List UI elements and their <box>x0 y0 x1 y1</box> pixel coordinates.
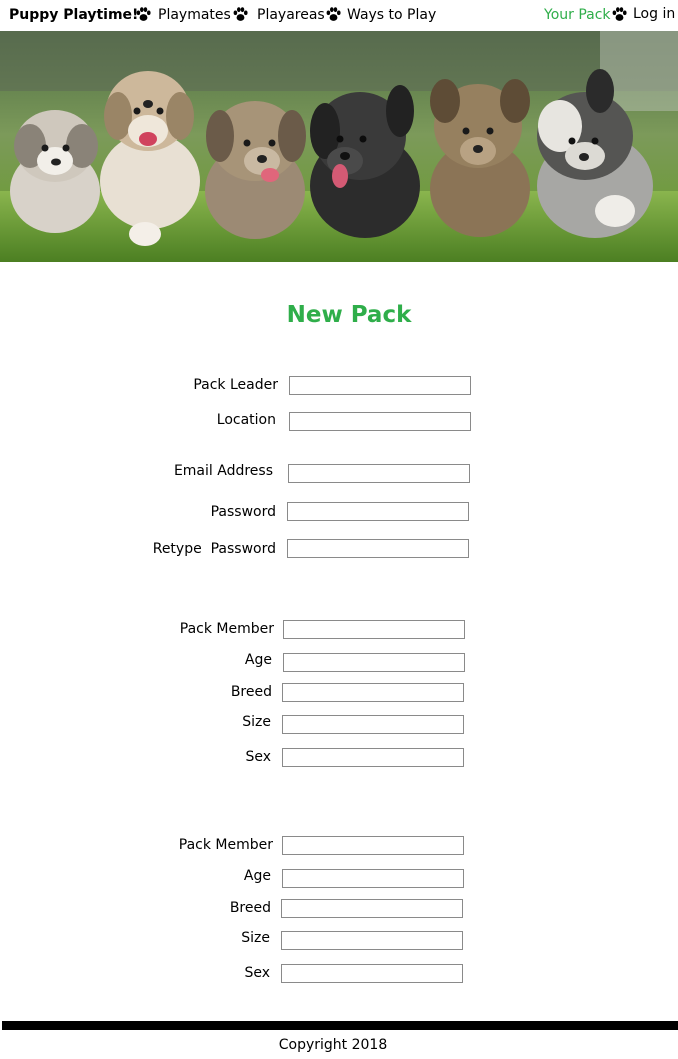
password-label: Password <box>210 504 276 520</box>
pack-leader-label: Pack Leader <box>193 377 278 393</box>
age-input[interactable] <box>283 653 465 672</box>
nav-ways-to-play[interactable]: Ways to Play <box>347 7 436 23</box>
size-label: Size <box>241 930 270 946</box>
paw-icon <box>136 7 151 21</box>
paw-icon <box>612 7 627 21</box>
sex-label: Sex <box>245 749 271 765</box>
page-title: New Pack <box>286 302 412 328</box>
sex-label: Sex <box>244 965 270 981</box>
email-address-label: Email Address <box>173 463 273 479</box>
retype-password-label: Retype Password <box>152 541 276 557</box>
email-address-input[interactable] <box>288 464 470 483</box>
size-label: Size <box>242 714 271 730</box>
brand-link[interactable]: Puppy Playtime! <box>9 7 138 23</box>
nav-playmates[interactable]: Playmates <box>158 7 231 23</box>
copyright-text: Copyright 2018 <box>278 1037 388 1053</box>
age-label: Age <box>244 652 272 668</box>
sex-input[interactable] <box>282 748 464 767</box>
breed-label: Breed <box>229 900 271 916</box>
age-label: Age <box>243 868 271 884</box>
nav-playareas[interactable]: Playareas <box>257 7 325 23</box>
paw-icon <box>326 7 341 21</box>
footer-bar <box>2 1021 678 1030</box>
pack-member-input[interactable] <box>282 836 464 855</box>
age-input[interactable] <box>282 869 464 888</box>
pack-member-label: Pack Member <box>178 837 273 853</box>
hero-image <box>0 31 678 262</box>
top-nav: Puppy Playtime! Playmates Playareas Ways… <box>0 0 678 31</box>
location-input[interactable] <box>289 412 471 431</box>
paw-icon <box>233 7 248 21</box>
puppies-photo-icon <box>0 31 678 262</box>
size-input[interactable] <box>282 715 464 734</box>
pack-member-label: Pack Member <box>179 621 274 637</box>
nav-login[interactable]: Log in <box>633 6 675 22</box>
sex-input[interactable] <box>281 964 463 983</box>
location-label: Location <box>216 412 276 428</box>
pack-leader-input[interactable] <box>289 376 471 395</box>
password-input[interactable] <box>287 502 469 521</box>
breed-input[interactable] <box>282 683 464 702</box>
breed-input[interactable] <box>281 899 463 918</box>
pack-member-input[interactable] <box>283 620 465 639</box>
retype-password-input[interactable] <box>287 539 469 558</box>
nav-your-pack[interactable]: Your Pack <box>544 7 611 23</box>
breed-label: Breed <box>230 684 272 700</box>
size-input[interactable] <box>281 931 463 950</box>
